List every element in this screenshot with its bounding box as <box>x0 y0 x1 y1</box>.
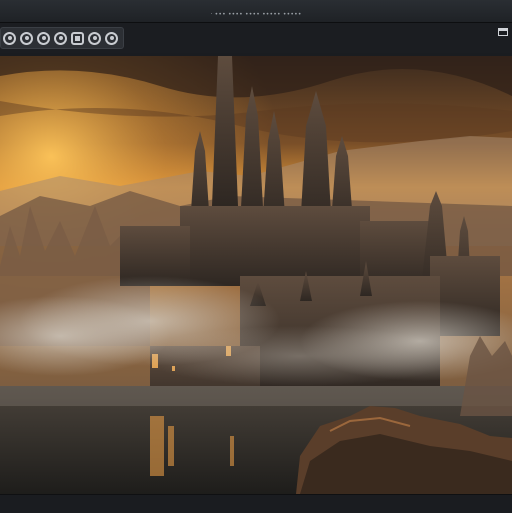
toolbar <box>0 23 512 53</box>
rotate-right-icon[interactable] <box>54 31 67 45</box>
redo-icon[interactable] <box>20 31 33 45</box>
image-canvas[interactable] <box>0 56 512 494</box>
crop-icon[interactable] <box>71 31 84 45</box>
rotate-left-icon[interactable] <box>37 31 50 45</box>
castle-landscape-image <box>0 56 512 494</box>
window-title: · ••• •••• •••• ••••• ••••• <box>210 11 302 18</box>
tool-group <box>0 27 124 49</box>
image-viewer-window: · ••• •••• •••• ••••• ••••• <box>0 0 512 513</box>
status-bar <box>0 494 512 513</box>
zoom-out-icon[interactable] <box>88 31 101 45</box>
undo-icon[interactable] <box>3 31 16 45</box>
panel-toggle-icon[interactable] <box>498 28 508 36</box>
zoom-in-icon[interactable] <box>105 31 118 45</box>
title-bar: · ••• •••• •••• ••••• ••••• <box>0 0 512 23</box>
